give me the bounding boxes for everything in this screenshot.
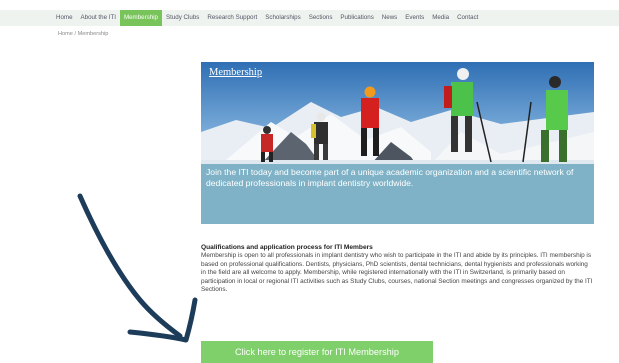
hero-banner: Membership Join the ITI today and become… [201, 62, 594, 224]
hero-image [201, 62, 594, 224]
nav-item-membership[interactable]: Membership [119, 10, 162, 26]
breadcrumb[interactable]: Home / Membership [58, 31, 108, 37]
nav-item-about[interactable]: About the ITI [77, 10, 120, 26]
nav-item-media[interactable]: Media [428, 10, 453, 26]
membership-info: Qualifications and application process f… [201, 244, 594, 295]
nav-item-home[interactable]: Home [52, 10, 77, 26]
main-navigation: Home About the ITI Membership Study Club… [0, 10, 619, 26]
nav-item-sections[interactable]: Sections [305, 10, 337, 26]
nav-item-news[interactable]: News [378, 10, 401, 26]
hero-caption: Join the ITI today and become part of a … [206, 167, 574, 188]
section-heading: Qualifications and application process f… [201, 244, 373, 251]
register-membership-button[interactable]: Click here to register for ITI Membershi… [201, 341, 433, 363]
hero-title-link[interactable]: Membership [209, 67, 262, 78]
nav-item-study-clubs[interactable]: Study Clubs [162, 10, 203, 26]
nav-item-events[interactable]: Events [401, 10, 428, 26]
section-body: Membership is open to all professionals … [201, 252, 593, 294]
nav-item-scholarships[interactable]: Scholarships [261, 10, 304, 26]
nav-item-research-support[interactable]: Research Support [203, 10, 261, 26]
nav-item-contact[interactable]: Contact [453, 10, 482, 26]
nav-item-publications[interactable]: Publications [336, 10, 377, 26]
